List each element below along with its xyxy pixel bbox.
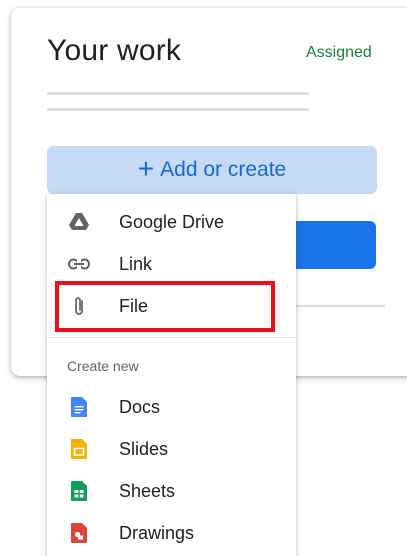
menu-item-label: Docs xyxy=(119,396,161,417)
placeholder-line xyxy=(47,92,309,95)
add-or-create-button[interactable]: + Add or create xyxy=(47,146,377,194)
divider xyxy=(290,305,385,307)
menu-item-google-drive[interactable]: Google Drive xyxy=(47,202,296,242)
menu-divider xyxy=(47,337,296,338)
slides-icon xyxy=(67,437,91,461)
add-or-create-label: Add or create xyxy=(160,158,287,181)
menu-item-label: Drawings xyxy=(119,522,195,543)
google-drive-icon xyxy=(67,210,91,234)
drawings-icon xyxy=(67,521,91,545)
card-title: Your work xyxy=(47,34,182,67)
file-option-highlight xyxy=(55,281,275,332)
menu-item-label: Sheets xyxy=(119,480,176,501)
status-label: Assigned xyxy=(306,44,372,61)
placeholder-line xyxy=(47,108,309,111)
docs-icon xyxy=(67,395,91,419)
menu-item-label: Link xyxy=(119,253,153,274)
add-or-create-menu: Google Drive Link File Create new Docs S… xyxy=(47,194,296,556)
menu-item-link[interactable]: Link xyxy=(47,244,296,284)
menu-item-label: Google Drive xyxy=(119,211,225,232)
menu-item-sheets[interactable]: Sheets xyxy=(47,471,296,511)
link-icon xyxy=(67,252,91,276)
menu-item-slides[interactable]: Slides xyxy=(47,429,296,469)
plus-icon: + xyxy=(137,153,155,184)
turn-in-button[interactable] xyxy=(290,221,376,269)
menu-item-drawings[interactable]: Drawings xyxy=(47,513,296,553)
create-new-heading: Create new xyxy=(67,358,139,374)
sheets-icon xyxy=(67,479,91,503)
menu-item-docs[interactable]: Docs xyxy=(47,387,296,427)
menu-item-label: Slides xyxy=(119,438,169,459)
